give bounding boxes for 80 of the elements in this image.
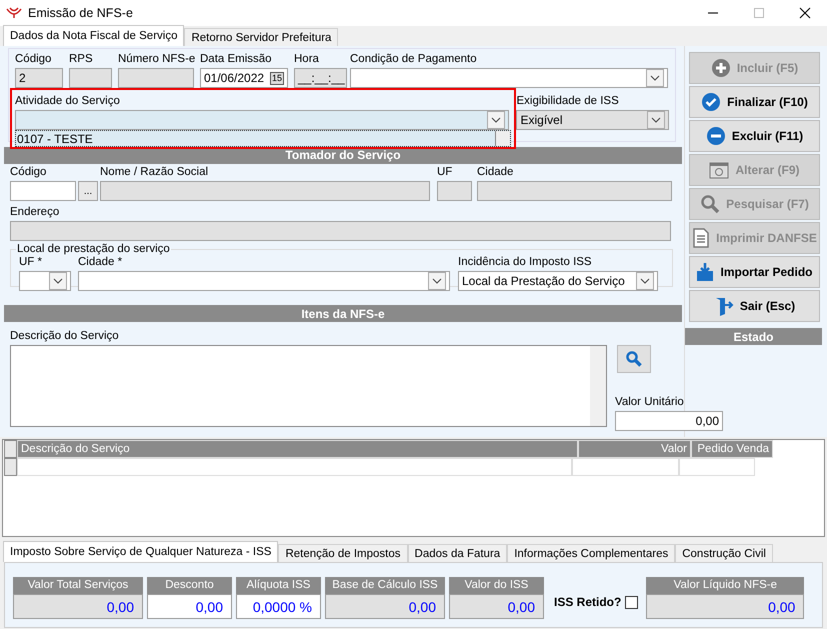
total-label: Valor Líquido NFS-e <box>646 577 804 594</box>
download-box-icon <box>696 262 714 282</box>
total-value-field: 0,00 <box>449 594 544 619</box>
field-label: Cidade <box>477 165 514 179</box>
field-label: Nome / Razão Social <box>100 165 210 179</box>
section-header: Estado <box>685 328 822 345</box>
search-button[interactable] <box>617 345 651 373</box>
field-label: Cidade * <box>78 255 124 269</box>
total-value-field: 0,00 <box>325 594 445 619</box>
total-label: Base de Cálculo ISS <box>325 577 445 594</box>
list-item[interactable]: 0107 - TESTE <box>16 132 93 146</box>
input-field[interactable]: 01/06/2022 15 <box>200 68 288 88</box>
checkbox[interactable] <box>625 596 638 608</box>
logo-icon <box>6 7 22 19</box>
total-label: Desconto <box>147 577 232 594</box>
field-label: Exigibilidade de ISS <box>516 94 620 108</box>
field-label: RPS <box>69 52 94 66</box>
dropdown-list[interactable]: 0107 - TESTE <box>15 130 511 147</box>
input-field[interactable] <box>10 181 76 201</box>
action-button[interactable]: Finalizar (F10) <box>689 86 820 118</box>
field-label: Endereço <box>10 205 60 219</box>
input-field[interactable] <box>437 181 472 201</box>
tab[interactable]: Informações Complementares <box>507 544 676 562</box>
total-value-field[interactable]: 0,0000 % <box>236 594 321 619</box>
field-label: Condição de Pagamento <box>350 52 478 66</box>
window-title: Emissão de NFS-e <box>28 6 133 20</box>
field-label: Atividade do Serviço <box>15 94 121 108</box>
tab[interactable]: Dados da Nota Fiscal de Serviço <box>3 25 184 46</box>
input-field[interactable] <box>10 221 671 241</box>
input-field[interactable] <box>477 181 672 201</box>
field-label: Descrição do Serviço <box>10 329 120 343</box>
scrollbar[interactable] <box>590 346 606 426</box>
tab[interactable]: Dados da Fatura <box>408 544 508 562</box>
field-label: Hora <box>294 52 320 66</box>
field-label: UF <box>437 165 454 179</box>
action-button[interactable]: Importar Pedido <box>689 256 820 288</box>
dropdown-field[interactable] <box>15 110 510 130</box>
minus-icon <box>706 126 726 146</box>
field-label: Código <box>10 165 48 179</box>
action-button[interactable]: Excluir (F11) <box>689 120 820 152</box>
exit-door-icon <box>714 296 734 316</box>
window-refresh-icon <box>709 161 730 179</box>
plus-icon <box>710 58 731 78</box>
dropdown-field[interactable]: Exigível <box>516 110 669 130</box>
check-icon <box>701 92 722 112</box>
total-label: Valor do ISS <box>449 577 544 594</box>
browse-button[interactable]: ... <box>78 181 98 201</box>
total-value-field: 0,00 <box>13 594 143 619</box>
dropdown-field[interactable] <box>78 271 450 291</box>
search-icon <box>700 194 720 214</box>
close-icon[interactable] <box>799 7 811 19</box>
field-label: Código <box>15 52 52 66</box>
total-value-field[interactable]: 0,00 <box>147 594 232 619</box>
tab[interactable]: Retenção de Impostos <box>278 544 408 562</box>
dropdown-field[interactable] <box>19 271 71 291</box>
input-field[interactable]: 0,00 <box>615 411 723 431</box>
field-label: Número NFS-e <box>118 52 194 66</box>
document-icon <box>692 228 710 248</box>
tab[interactable]: Construção Civil <box>675 544 773 562</box>
search-icon <box>625 350 643 368</box>
calendar-button[interactable]: 15 <box>270 72 284 84</box>
dropdown-field[interactable]: Local da Prestação do Serviço <box>458 271 658 291</box>
section-header: Tomador do Serviço <box>4 147 682 164</box>
checkbox-label: ISS Retido? <box>554 595 622 609</box>
tab[interactable]: Retorno Servidor Prefeitura <box>184 28 338 46</box>
text-area[interactable] <box>10 345 607 427</box>
field-label: Incidência do Imposto ISS <box>458 255 593 269</box>
field-label: Valor Unitário <box>615 395 685 409</box>
total-label: Valor Total Serviços <box>13 577 143 594</box>
group-title: Local de prestação do serviço <box>16 243 171 255</box>
total-label: Alíquota ISS <box>236 577 321 594</box>
total-value-field: 0,00 <box>646 594 804 619</box>
tab[interactable]: Imposto Sobre Serviço de Qualquer Natureza - ISS <box>3 541 278 562</box>
section-header: Itens da NFS-e <box>4 305 682 322</box>
input-field[interactable] <box>100 181 430 201</box>
maximize-icon[interactable] <box>753 7 765 19</box>
field-label: Data Emissão <box>200 52 273 66</box>
field-label: UF * <box>19 255 43 269</box>
dropdown-field[interactable] <box>350 68 668 88</box>
action-button[interactable]: Sair (Esc) <box>689 290 820 322</box>
